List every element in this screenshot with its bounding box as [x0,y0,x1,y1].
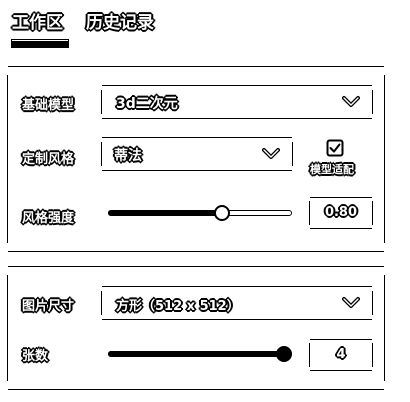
style-strength-slider[interactable] [108,204,292,224]
custom-style-label: 定制风格 [22,152,75,167]
image-count-slider[interactable] [108,345,292,365]
tab-workspace[interactable]: 工作区 [12,10,63,36]
base-model-row: 基础模型 3d二次元 [8,83,384,123]
style-strength-value: 0.80 [324,205,358,220]
custom-style-select[interactable]: 蒂法 [101,137,293,171]
base-model-label: 基础模型 [22,98,75,113]
image-count-input[interactable]: 4 [309,339,373,371]
style-strength-input[interactable]: 0.80 [309,197,373,229]
active-tab-indicator [12,40,68,47]
checkbox-checked-icon [326,139,344,157]
image-size-select[interactable]: 方形（512 x 512） [101,286,373,320]
slider-fill [108,210,223,216]
chevron-down-icon [342,96,360,107]
style-strength-row: 风格强度 0.80 [8,195,384,235]
image-size-label: 图片尺寸 [22,299,75,314]
custom-style-value: 蒂法 [114,148,142,164]
tab-history[interactable]: 历史记录 [86,10,154,36]
image-count-value: 4 [336,347,346,362]
base-model-value: 3d二次元 [116,96,178,112]
slider-fill [108,351,292,357]
slider-thumb[interactable] [214,205,231,221]
image-settings-panel: 图片尺寸 方形（512 x 512） 张数 4 [7,266,385,390]
image-size-value: 方形（512 x 512） [116,299,240,314]
chevron-down-icon [262,148,280,159]
slider-thumb[interactable] [276,346,292,362]
style-strength-label: 风格强度 [22,211,75,226]
image-size-row: 图片尺寸 方形（512 x 512） [8,285,384,325]
model-adapt-checkbox[interactable]: 模型适配 [308,139,368,183]
model-adapt-label: 模型适配 [310,163,354,176]
chevron-down-icon [342,297,360,308]
base-model-select[interactable]: 3d二次元 [101,85,373,119]
image-count-row: 张数 4 [8,337,384,377]
image-count-label: 张数 [22,349,49,364]
